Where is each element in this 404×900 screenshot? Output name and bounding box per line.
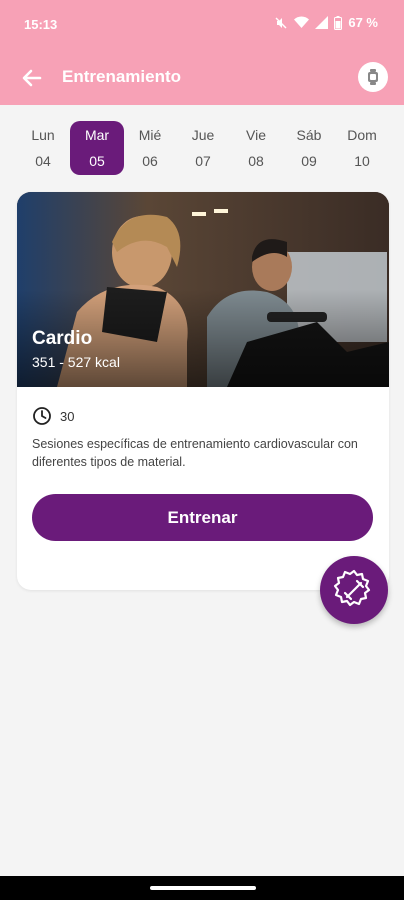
duration-value: 30 <box>60 408 75 424</box>
day-number: 04 <box>35 153 51 169</box>
day-selector: Lun 04 Mar 05 Mié 06 Jue 07 Vie 08 Sáb 0… <box>0 105 404 187</box>
signal-icon <box>315 16 329 29</box>
day-dom[interactable]: Dom 10 <box>335 121 389 175</box>
workout-description: Sesiones específicas de entrenamiento ca… <box>32 437 358 469</box>
day-number: 10 <box>354 153 370 169</box>
workout-card[interactable]: Cardio 351 - 527 kcal 30 Sesiones especí… <box>17 192 389 590</box>
status-icons: 67 % <box>274 15 378 30</box>
day-number: 07 <box>195 153 211 169</box>
dumbbell-gear-icon <box>333 569 371 607</box>
day-number: 05 <box>89 153 105 169</box>
day-vie[interactable]: Vie 08 <box>229 121 283 175</box>
day-jue[interactable]: Jue 07 <box>176 121 230 175</box>
workout-title: Cardio <box>32 328 93 349</box>
day-name: Mié <box>138 127 162 143</box>
day-mar-selected[interactable]: Mar 05 <box>70 121 124 175</box>
home-handle[interactable] <box>150 886 256 890</box>
day-name: Vie <box>246 127 266 143</box>
battery-icon <box>334 15 343 30</box>
status-time: 15:13 <box>24 17 58 32</box>
day-number: 08 <box>248 153 264 169</box>
smartwatch-button[interactable] <box>358 62 388 92</box>
arrow-left-icon <box>22 69 42 87</box>
battery-percent: 67 % <box>348 15 378 30</box>
smartwatch-icon <box>368 69 378 85</box>
wifi-icon <box>294 16 310 28</box>
status-bar: 15:13 67 % <box>0 0 404 50</box>
workout-settings-fab[interactable] <box>320 556 388 624</box>
day-number: 09 <box>301 153 317 169</box>
train-button[interactable]: Entrenar <box>32 494 373 541</box>
workout-hero-image: Cardio 351 - 527 kcal <box>17 192 389 387</box>
page-title: Entrenamiento <box>62 67 182 86</box>
day-sab[interactable]: Sáb 09 <box>282 121 336 175</box>
day-lun[interactable]: Lun 04 <box>16 121 70 175</box>
day-number: 06 <box>142 153 158 169</box>
day-name: Mar <box>84 127 110 143</box>
day-name: Sáb <box>296 127 322 143</box>
workout-kcal: 351 - 527 kcal <box>32 354 120 370</box>
day-name: Jue <box>191 127 215 143</box>
system-nav-bar <box>0 876 404 900</box>
day-name: Dom <box>347 127 377 143</box>
back-button[interactable] <box>18 64 46 92</box>
app-bar: Entrenamiento <box>0 50 404 105</box>
day-name: Lun <box>31 127 55 143</box>
day-mie[interactable]: Mié 06 <box>123 121 177 175</box>
workout-duration: 30 <box>32 406 74 426</box>
clock-icon <box>33 407 51 425</box>
mute-icon <box>275 17 287 28</box>
